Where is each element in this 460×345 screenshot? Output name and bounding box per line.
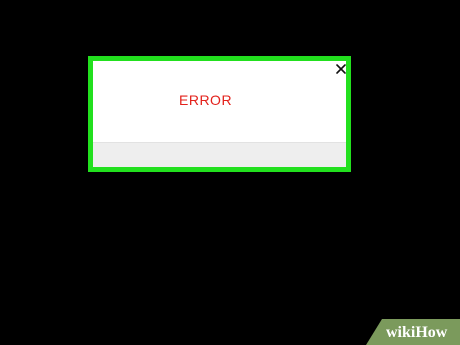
watermark-logo-text: wikiHow xyxy=(386,324,447,342)
dialog-body: ERROR xyxy=(93,61,346,142)
error-message: ERROR xyxy=(179,92,233,108)
dialog-footer xyxy=(93,142,346,167)
close-button[interactable] xyxy=(334,62,348,76)
error-dialog: ERROR xyxy=(88,56,351,172)
close-icon xyxy=(336,64,346,74)
watermark-brand-how: How xyxy=(415,324,448,341)
watermark-brand-wiki: wiki xyxy=(386,324,416,341)
wikihow-watermark: wikiHow xyxy=(366,319,460,345)
screen: ERROR wikiHow xyxy=(0,0,460,345)
